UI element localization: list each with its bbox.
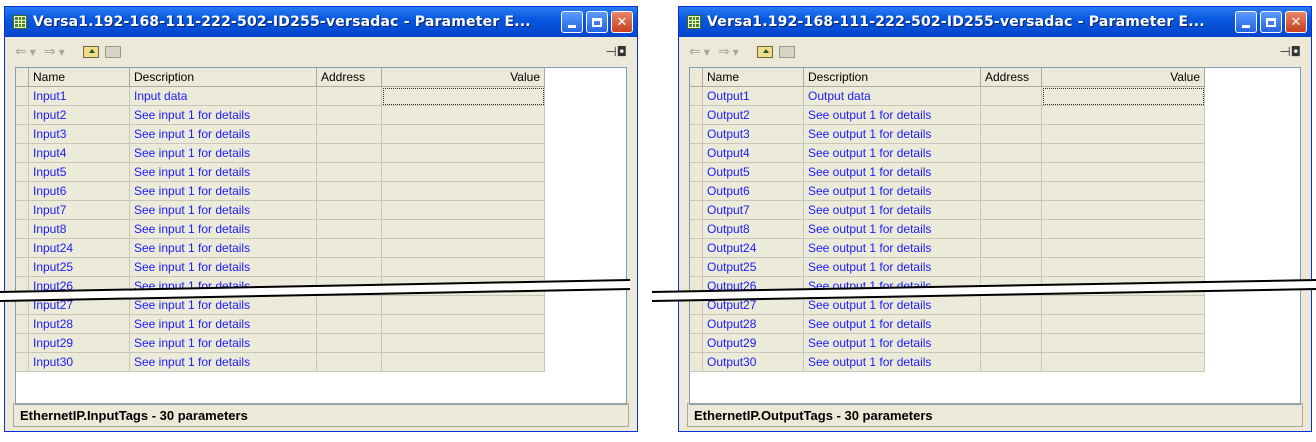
break-mark: [0, 279, 1316, 302]
